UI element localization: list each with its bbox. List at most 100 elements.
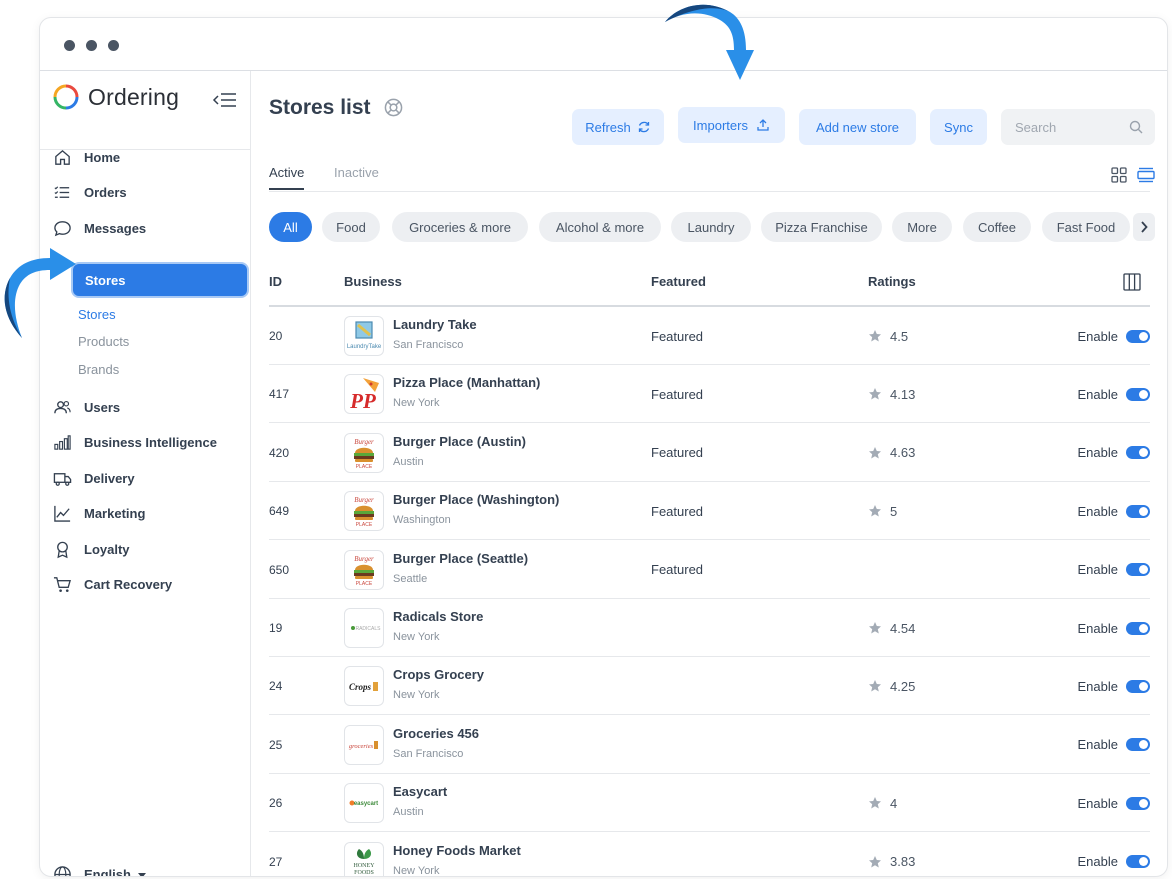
add-new-store-button[interactable]: Add new store bbox=[799, 109, 916, 145]
columns-settings-icon[interactable] bbox=[1123, 273, 1141, 291]
enable-toggle[interactable] bbox=[1126, 679, 1150, 693]
table-row[interactable]: 649 Burger PLACE Burger Place (Washington) W… bbox=[269, 482, 1150, 541]
table-row[interactable]: 26 easycart Easycart Austin 4 Enable bbox=[269, 774, 1150, 833]
categories-next-button[interactable] bbox=[1133, 213, 1155, 241]
enable-label: Enable bbox=[1077, 386, 1118, 402]
business-name[interactable]: Burger Place (Austin) bbox=[393, 434, 526, 449]
column-header-business[interactable]: Business bbox=[344, 274, 402, 289]
enable-toggle[interactable] bbox=[1126, 738, 1150, 752]
enable-label: Enable bbox=[1077, 737, 1118, 753]
category-chip[interactable]: All bbox=[269, 212, 312, 242]
rating-value: 3.83 bbox=[890, 854, 916, 870]
table-row[interactable]: 25 groceries Groceries 456 San Francisco Ena… bbox=[269, 716, 1150, 774]
column-header-ratings[interactable]: Ratings bbox=[868, 274, 916, 289]
enable-control: Enable bbox=[1078, 424, 1150, 482]
business-name[interactable]: Honey Foods Market bbox=[393, 843, 521, 858]
category-chip[interactable]: Alcohol & more bbox=[539, 212, 661, 242]
tab-active[interactable]: Active bbox=[269, 165, 305, 190]
featured-status: Featured bbox=[651, 445, 704, 461]
sidebar-subitem-brands[interactable]: Brands bbox=[78, 362, 119, 377]
enable-toggle[interactable] bbox=[1126, 504, 1150, 518]
sidebar-item-label: Home bbox=[84, 149, 121, 165]
sidebar-item-loyalty[interactable]: Loyalty bbox=[53, 538, 130, 560]
sidebar-item-users[interactable]: Users bbox=[53, 396, 120, 418]
search-input[interactable]: Search bbox=[1001, 109, 1155, 145]
app-window: Ordering Home Orders Messages Stores Sto… bbox=[39, 17, 1168, 877]
help-icon[interactable] bbox=[384, 98, 403, 117]
column-header-featured[interactable]: Featured bbox=[651, 274, 706, 289]
category-chip[interactable]: More bbox=[892, 212, 952, 242]
table-row[interactable]: 650 Burger PLACE Burger Place (Seattle) Seat… bbox=[269, 541, 1150, 599]
sidebar-item-orders[interactable]: Orders bbox=[53, 181, 127, 203]
featured-status: Featured bbox=[651, 386, 704, 402]
table-row[interactable]: 20 LaundryTake Laundry Take San Francisco Fe… bbox=[269, 307, 1150, 365]
language-selector[interactable]: English bbox=[53, 865, 147, 876]
store-id: 650 bbox=[269, 562, 290, 577]
tab-inactive[interactable]: Inactive bbox=[334, 165, 379, 180]
category-chip[interactable]: Laundry bbox=[671, 212, 751, 242]
enable-toggle[interactable] bbox=[1126, 621, 1150, 635]
chat-icon bbox=[54, 220, 71, 236]
refresh-button[interactable]: Refresh bbox=[572, 109, 664, 145]
category-chip[interactable]: Fast Food bbox=[1042, 212, 1130, 242]
business-city: Seattle bbox=[393, 572, 428, 585]
table-row[interactable]: 420 Burger PLACE Burger Place (Austin) Austi… bbox=[269, 424, 1150, 482]
business-logo: HONEY FOODS bbox=[344, 841, 384, 876]
rating-value: 4 bbox=[890, 795, 898, 811]
business-name[interactable]: Groceries 456 bbox=[393, 726, 479, 741]
list-view-icon[interactable] bbox=[1137, 167, 1155, 183]
business-name[interactable]: Easycart bbox=[393, 784, 447, 799]
business-logo: Burger PLACE bbox=[344, 491, 384, 532]
grid-view-icon[interactable] bbox=[1111, 167, 1127, 183]
sidebar-item-label: Cart Recovery bbox=[84, 576, 173, 592]
business-city: San Francisco bbox=[393, 747, 464, 760]
category-chip[interactable]: Coffee bbox=[963, 212, 1031, 242]
business-name[interactable]: Pizza Place (Manhattan) bbox=[393, 375, 540, 390]
sidebar-item-messages[interactable]: Messages bbox=[53, 217, 146, 239]
business-name[interactable]: Laundry Take bbox=[393, 317, 477, 332]
star-icon bbox=[869, 680, 881, 692]
collapse-sidebar-icon[interactable] bbox=[212, 91, 238, 109]
table-row[interactable]: 19 RADICALS Radicals Store New York 4.54 Enab… bbox=[269, 599, 1150, 657]
enable-toggle[interactable] bbox=[1126, 855, 1150, 869]
enable-toggle[interactable] bbox=[1126, 329, 1150, 343]
sidebar-item-home[interactable]: Home bbox=[53, 146, 120, 168]
table-row[interactable]: 27 HONEY FOODS Honey Foods Market New York 3.… bbox=[269, 833, 1150, 876]
sidebar-item-stores[interactable]: Stores bbox=[73, 264, 247, 296]
sync-button[interactable]: Sync bbox=[930, 109, 987, 145]
enable-toggle[interactable] bbox=[1126, 387, 1150, 401]
sidebar-item-marketing[interactable]: Marketing bbox=[53, 502, 145, 524]
sidebar-subitem-stores[interactable]: Stores bbox=[78, 307, 116, 322]
rating: 4.63 bbox=[868, 424, 915, 482]
sidebar-item-business-intelligence[interactable]: Business Intelligence bbox=[53, 431, 217, 453]
business-name[interactable]: Radicals Store bbox=[393, 609, 483, 624]
sidebar-item-cart-recovery[interactable]: Cart Recovery bbox=[53, 573, 172, 595]
column-header-id[interactable]: ID bbox=[269, 274, 282, 289]
enable-toggle[interactable] bbox=[1126, 563, 1150, 577]
enable-toggle[interactable] bbox=[1126, 796, 1150, 810]
business-name[interactable]: Burger Place (Washington) bbox=[393, 492, 559, 507]
svg-text:Burger: Burger bbox=[354, 438, 374, 446]
business-city: Austin bbox=[393, 806, 424, 819]
sidebar-item-delivery[interactable]: Delivery bbox=[53, 467, 135, 489]
sidebar-subitem-products[interactable]: Products bbox=[78, 334, 129, 349]
main-content: Stores list Refresh Importers Add new st… bbox=[252, 71, 1167, 876]
svg-text:easycart: easycart bbox=[354, 801, 378, 807]
table-row[interactable]: 24 Crops Crops Grocery New York 4.25 Enable bbox=[269, 657, 1150, 716]
importers-button[interactable]: Importers bbox=[678, 107, 785, 143]
category-chip[interactable]: Pizza Franchise bbox=[761, 212, 882, 242]
business-name[interactable]: Burger Place (Seattle) bbox=[393, 551, 528, 566]
rating: 5 bbox=[868, 482, 897, 540]
rating: 4.13 bbox=[868, 365, 915, 423]
upload-icon bbox=[757, 119, 769, 131]
store-id: 26 bbox=[269, 796, 283, 811]
app-logo[interactable]: Ordering bbox=[52, 83, 179, 111]
sidebar-item-label: Stores bbox=[85, 272, 126, 288]
business-name[interactable]: Crops Grocery bbox=[393, 667, 484, 682]
category-chip[interactable]: Food bbox=[322, 212, 380, 242]
category-chip[interactable]: Groceries & more bbox=[392, 212, 528, 242]
globe-icon bbox=[54, 866, 71, 876]
enable-toggle[interactable] bbox=[1126, 446, 1150, 460]
enable-control: Enable bbox=[1078, 599, 1150, 657]
table-row[interactable]: 417 PP Pizza Place (Manhattan) New York Feat… bbox=[269, 365, 1150, 424]
